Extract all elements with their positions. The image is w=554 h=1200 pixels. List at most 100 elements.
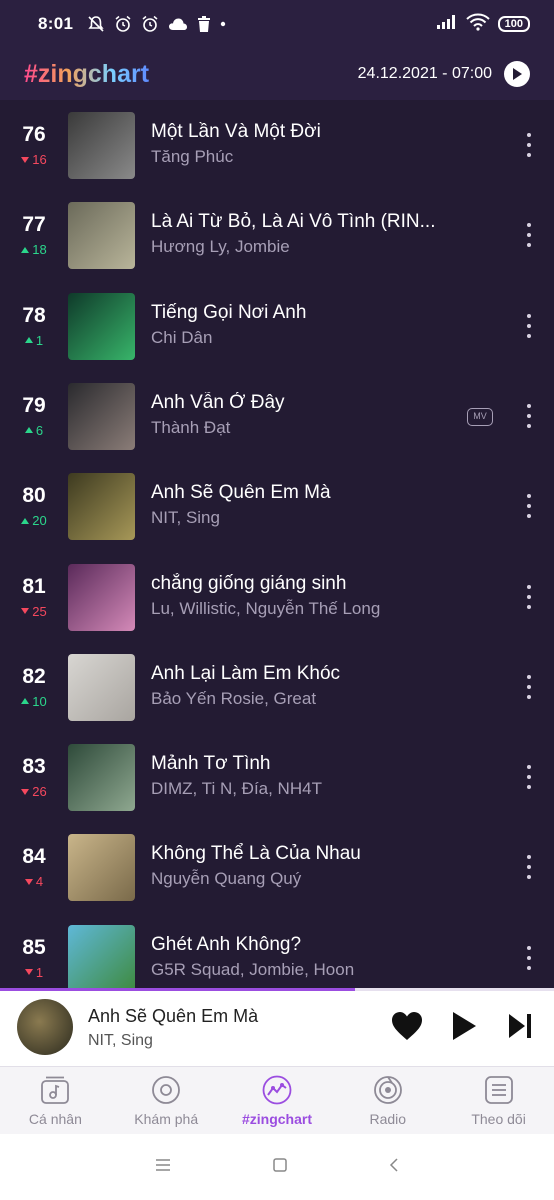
more-options-button[interactable] — [518, 762, 540, 792]
rank-change-value: 18 — [32, 242, 47, 258]
more-dot-icon — [527, 153, 531, 157]
player-cover-art[interactable] — [17, 999, 73, 1055]
rank-change-value: 20 — [32, 513, 47, 529]
more-dot-icon — [527, 133, 531, 137]
play-button[interactable] — [450, 1010, 478, 1047]
more-dot-icon — [527, 875, 531, 880]
song-cover-art[interactable] — [68, 653, 135, 721]
song-row[interactable]: 79 6 Anh Vẫn Ở Đây Thành Đạt MV — [0, 381, 554, 471]
song-row[interactable]: 81 25 chẳng giống giáng sinh Lu, Willistic,… — [0, 562, 554, 652]
song-artist[interactable]: Lu, Willistic, Nguyễn Thế Long — [151, 599, 441, 619]
rank-number: 79 — [22, 393, 46, 417]
rank-number: 76 — [22, 123, 46, 146]
more-options-button[interactable] — [518, 220, 540, 250]
player-artist[interactable]: NIT, Sing — [88, 1032, 153, 1050]
nav-theo-doi[interactable]: Theo dõi — [443, 1067, 554, 1134]
song-row[interactable]: 78 1 Tiếng Gọi Nơi Anh Chi Dân — [0, 291, 554, 381]
rank-change-value: 1 — [35, 332, 44, 348]
song-artist[interactable]: Bảo Yến Rosie, Great — [151, 689, 441, 709]
nav-kham-pha[interactable]: Khám phá — [111, 1067, 222, 1134]
song-title[interactable]: Anh Vẫn Ở Đây — [151, 392, 441, 414]
song-artist[interactable]: NIT, Sing — [151, 508, 441, 528]
song-artist[interactable]: Chi Dân — [151, 328, 441, 348]
song-row[interactable]: 80 20 Anh Sẽ Quên Em Mà NIT, Sing — [0, 471, 554, 561]
more-options-button[interactable] — [518, 943, 540, 973]
mini-player[interactable]: Anh Sẽ Quên Em Mà NIT, Sing — [0, 988, 554, 1066]
song-title[interactable]: Một Lần Và Một Đời — [151, 121, 441, 143]
more-options-button[interactable] — [518, 582, 540, 612]
more-options-button[interactable] — [518, 130, 540, 160]
song-title[interactable]: Mảnh Tơ Tình — [151, 753, 441, 775]
song-row[interactable]: 84 4 Không Thể Là Của Nhau Nguyễn Quang Quý — [0, 832, 554, 922]
back-button[interactable] — [388, 1157, 400, 1178]
arrow-up-icon — [24, 427, 33, 434]
nav-label: Radio — [369, 1111, 407, 1127]
song-cover-art[interactable] — [68, 563, 135, 631]
bottom-navigation: Cá nhân Khám phá #zingchart Radio Theo d… — [0, 1066, 554, 1134]
song-artist[interactable]: Nguyễn Quang Quý — [151, 869, 441, 889]
more-options-button[interactable] — [518, 852, 540, 882]
more-dot-icon — [527, 945, 531, 950]
song-row[interactable]: 82 10 Anh Lại Làm Em Khóc Bảo Yến Rosie, Gr… — [0, 652, 554, 742]
player-song-title[interactable]: Anh Sẽ Quên Em Mà — [88, 1006, 258, 1027]
song-cover-art[interactable] — [68, 382, 135, 450]
system-navigation-bar — [0, 1134, 554, 1200]
rank-change-value: 4 — [35, 874, 44, 890]
song-title[interactable]: Là Ai Từ Bỏ, Là Ai Vô Tình (RIN... — [151, 211, 441, 233]
nav-ca-nhan[interactable]: Cá nhân — [0, 1067, 111, 1134]
song-row[interactable]: 85 1 Ghét Anh Không? G5R Squad, Jombie, Hoo… — [0, 923, 554, 988]
song-title[interactable]: Anh Lại Làm Em Khóc — [151, 663, 441, 685]
mv-badge-button[interactable]: MV — [467, 407, 493, 426]
more-dot-icon — [527, 143, 531, 147]
more-options-button[interactable] — [518, 491, 540, 521]
more-dot-icon — [527, 865, 531, 870]
song-artist[interactable]: DIMZ, Ti N, Đía, NH4T — [151, 779, 441, 799]
song-artist[interactable]: Tăng Phúc — [151, 147, 441, 167]
rank-change-value: 10 — [32, 693, 47, 709]
song-cover-art[interactable] — [68, 744, 135, 812]
song-artist[interactable]: Thành Đạt — [151, 418, 441, 438]
nav-zingchart[interactable]: #zingchart — [222, 1067, 333, 1134]
more-options-button[interactable] — [518, 311, 540, 341]
song-title[interactable]: Anh Sẽ Quên Em Mà — [151, 482, 441, 504]
song-cover-art[interactable] — [68, 834, 135, 902]
song-title[interactable]: Tiếng Gọi Nơi Anh — [151, 302, 441, 324]
more-dot-icon — [527, 313, 531, 318]
song-title[interactable]: chẳng giống giáng sinh — [151, 573, 441, 595]
play-all-button[interactable] — [504, 61, 530, 87]
nav-radio[interactable]: Radio — [332, 1067, 443, 1134]
playback-progress-fill — [0, 988, 355, 991]
song-row[interactable]: 76 16 Một Lần Và Một Đời Tăng Phúc — [0, 110, 554, 200]
song-artist[interactable]: Hương Ly, Jombie — [151, 237, 441, 257]
song-cover-art[interactable] — [68, 112, 135, 179]
recent-apps-button[interactable] — [154, 1158, 172, 1177]
rank-change-up: 10 — [0, 694, 68, 709]
song-row[interactable]: 83 26 Mảnh Tơ Tình DIMZ, Ti N, Đía, NH4T — [0, 742, 554, 832]
more-options-button[interactable] — [518, 401, 540, 431]
song-cover-art[interactable] — [68, 292, 135, 360]
more-dot-icon — [527, 504, 531, 509]
chart-header: #zingchart 24.12.2021 - 07:00 — [0, 48, 554, 100]
song-cover-art[interactable] — [68, 924, 135, 988]
rank-number: 82 — [22, 664, 46, 688]
chart-song-list[interactable]: 76 16 Một Lần Và Một Đời Tăng Phúc 77 18 Là Ai… — [0, 100, 554, 988]
alarm-icon-2 — [141, 15, 159, 33]
next-track-button[interactable] — [506, 1010, 534, 1047]
song-title[interactable]: Ghét Anh Không? — [151, 934, 441, 956]
more-options-button[interactable] — [518, 672, 540, 702]
playback-progress-track[interactable] — [0, 988, 554, 991]
song-cover-art[interactable] — [68, 473, 135, 541]
more-dot-icon — [527, 514, 531, 519]
favorite-button[interactable] — [390, 1010, 424, 1047]
more-dot-icon — [527, 233, 531, 238]
rank-change-down: 26 — [0, 784, 68, 799]
more-dot-icon — [527, 604, 531, 609]
song-artist[interactable]: G5R Squad, Jombie, Hoon — [151, 960, 441, 980]
home-button[interactable] — [272, 1157, 288, 1178]
wifi-icon — [465, 13, 490, 36]
arrow-down-icon — [21, 788, 30, 795]
skip-next-icon — [509, 1014, 531, 1038]
song-row[interactable]: 77 18 Là Ai Từ Bỏ, Là Ai Vô Tình (RIN... Hư… — [0, 200, 554, 290]
song-title[interactable]: Không Thể Là Của Nhau — [151, 843, 441, 865]
song-cover-art[interactable] — [68, 202, 135, 270]
